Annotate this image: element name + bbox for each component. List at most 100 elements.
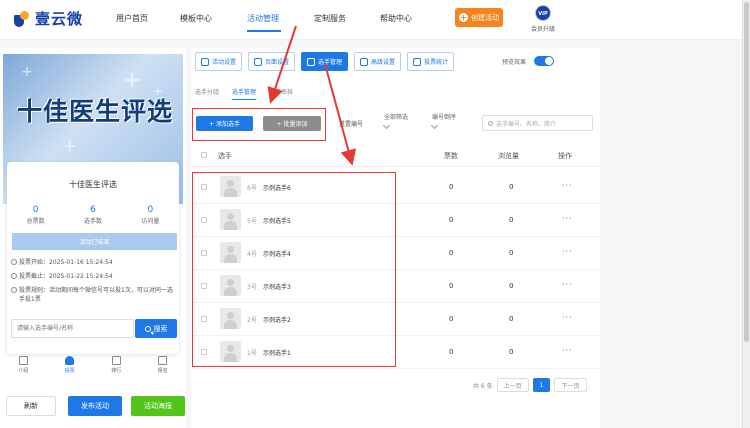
bottom-tab-ranking[interactable]: 排行 [96,356,136,386]
vote-count: 0 [449,183,454,191]
nav-item-templates[interactable]: 模板中心 [180,13,212,24]
stat-contestants: 6 选手数 [83,205,102,225]
tab-contestant-management[interactable]: 选手管理 [301,52,349,71]
next-page-button[interactable]: 下一页 [554,378,587,392]
header-votes: 票数 [444,152,458,160]
create-activity-button[interactable]: + 创建活动 [455,8,503,27]
subtab-signup-review[interactable]: 报名审核 [269,87,293,100]
vote-count: 0 [449,249,454,257]
settings-tabs: 活动设置 页面设置 选手管理 高级设置 投票统计 [195,52,455,71]
logo-icon [12,9,32,29]
preview-toggle[interactable] [534,56,555,66]
decor-cross-icon: + [63,136,77,155]
vote-count: 0 [449,282,454,290]
prev-page-button[interactable]: 上一页 [496,378,529,392]
sub-tabs: 选手分组 选手管理 报名审核 [195,87,293,100]
more-actions-icon[interactable]: ··· [562,247,573,256]
activity-stats: 0 总票数 6 选手数 0 访问量 [7,205,179,225]
nav-active-underline [247,30,281,32]
tab-activity-settings[interactable]: 活动设置 [195,52,243,71]
nav-item-help[interactable]: 帮助中心 [380,13,412,24]
card-title: 十佳医生评选 [69,180,117,189]
preview-search-button[interactable]: 搜索 [135,319,177,338]
page-scrollbar[interactable] [742,0,750,428]
search-icon [144,325,151,332]
pagination-total: 共 6 条 [473,382,493,390]
stat-total-votes: 0 总票数 [26,205,45,225]
bar-chart-icon [413,57,422,66]
chevron-down-icon [430,121,439,130]
header-actions: 操作 [558,152,572,160]
bottom-tab-intro[interactable]: 介绍 [3,356,43,386]
tab-vote-statistics[interactable]: 投票统计 [407,52,455,71]
preview-label: 预览效果 [502,58,527,66]
activity-status-bar: 活动已结束 [12,233,177,250]
search-icon [488,120,493,126]
gear-icon [201,57,209,66]
vote-count: 0 [449,348,454,356]
bottom-tab-signup[interactable]: 报名 [143,356,183,386]
clock-icon [11,259,17,265]
view-count: 0 [509,315,514,323]
filter-all-dropdown[interactable]: 全部筛选 [382,114,408,130]
scrollbar-thumb[interactable] [744,2,749,342]
preview-toggle-group: 预览效果 [502,56,555,66]
vip-upgrade-label: 会员升级 [530,26,555,33]
sort-dropdown[interactable]: 编号倒序 [430,114,456,130]
vote-count: 0 [449,216,454,224]
more-actions-icon[interactable]: ··· [562,280,573,289]
plus-circle-icon: + [459,13,468,22]
vote-start-row: 投票开始：2025-01-16 15:24:54 [11,258,177,267]
header-views: 浏览量 [498,152,519,160]
vote-end-row: 投票截止：2025-01-22 15:24:54 [11,272,177,281]
activity-info-card: 十佳医生评选 0 总票数 6 选手数 0 访问量 活动已结束 投票开始：2025-01… [7,162,179,354]
publish-activity-button[interactable]: 发布活动 [68,396,122,416]
view-count: 0 [509,249,514,257]
nav-item-activity[interactable]: 活动管理 [247,13,279,24]
annotation-box-toolbar [192,108,326,141]
subtab-groups[interactable]: 选手分组 [195,87,219,100]
view-count: 0 [509,216,514,224]
user-icon [65,356,75,365]
tab-page-settings[interactable]: 页面设置 [248,52,296,71]
subtab-contestants[interactable]: 选手管理 [232,87,257,100]
create-activity-label: 创建活动 [471,13,499,22]
users-icon [307,57,316,66]
document-icon [18,356,28,365]
table-header: 选手 票数 浏览量 操作 [191,145,600,167]
page-button-current[interactable]: 1 [532,378,551,392]
view-count: 0 [509,183,514,191]
chevron-down-icon [382,121,391,130]
preview-search-input[interactable] [11,319,134,338]
brand-name: 壹云微 [35,10,84,28]
brand-logo[interactable]: 壹云微 [12,8,83,29]
banner-title: 十佳医生评选 [17,97,174,126]
pagination: 共 6 条 上一页 1 下一页 [473,378,587,392]
nav-item-home[interactable]: 用户首页 [116,13,148,24]
decor-cross-icon: + [21,64,33,80]
reset-number-button[interactable]: 重置编号 [339,119,363,128]
signup-icon [158,356,168,365]
more-actions-icon[interactable]: ··· [562,181,573,190]
view-count: 0 [509,348,514,356]
stat-visits: 0 访问量 [141,205,160,225]
bar-chart-icon [111,356,121,365]
activity-poster-button[interactable]: 活动海报 [131,396,185,416]
vip-upgrade[interactable]: VIP 会员升级 [526,5,560,33]
more-actions-icon[interactable]: ··· [562,346,573,355]
decor-cross-icon: + [123,68,142,93]
refresh-button[interactable]: 刷新 [6,396,56,416]
vote-count: 0 [449,315,454,323]
contestant-search-input[interactable]: 选手编号、名称、简介 [482,115,593,131]
tab-advanced-settings[interactable]: 高级设置 [354,52,402,71]
sliders-icon [360,57,369,66]
header-contestant: 选手 [218,152,232,160]
vip-badge-icon: VIP [535,5,551,21]
nav-item-custom[interactable]: 定制服务 [314,13,346,24]
bottom-tab-vote[interactable]: 投票 [50,356,90,386]
more-actions-icon[interactable]: ··· [562,313,573,322]
vote-rule-row: 投票规则：活动期间每个微信号可以投1次，可以对同一选手投1票 [11,286,177,304]
top-nav: 壹云微 用户首页 模板中心 活动管理 定制服务 帮助中心 + 创建活动 VIP … [0,0,742,40]
select-all-checkbox[interactable] [201,152,207,158]
more-actions-icon[interactable]: ··· [562,214,573,223]
